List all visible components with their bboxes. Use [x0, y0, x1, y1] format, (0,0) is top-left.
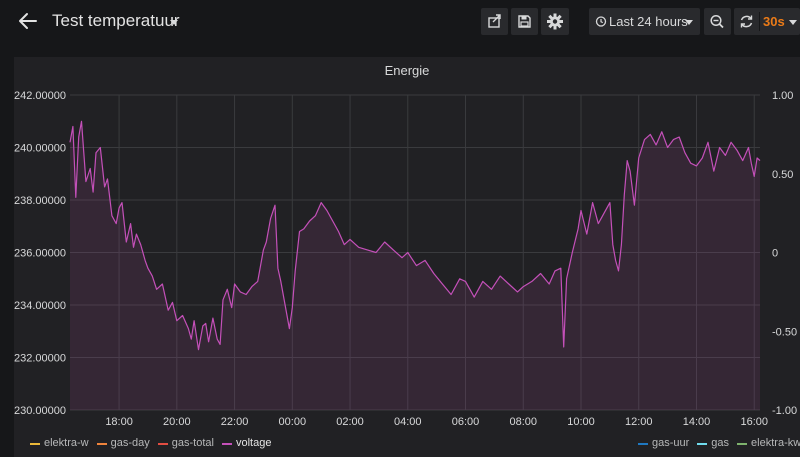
- save-icon: [518, 15, 531, 28]
- top-navbar: Test temperatuur Last 24 hours 30s: [0, 0, 800, 44]
- legend-swatch: [221, 443, 232, 445]
- x-tick-label: 14:00: [683, 416, 711, 428]
- back-arrow-icon[interactable]: [14, 8, 42, 34]
- x-tick-label: 16:00: [740, 416, 768, 428]
- legend-swatch: [638, 443, 648, 445]
- divider: [759, 12, 760, 31]
- y-left-tick-label: 234.00000: [14, 300, 66, 312]
- legend-label: gas-uur: [652, 437, 690, 449]
- legend-swatch: [157, 443, 168, 445]
- legend-swatch: [697, 443, 708, 445]
- x-tick-label: 08:00: [509, 416, 537, 428]
- zoom-out-icon: [710, 14, 724, 29]
- refresh-button[interactable]: 30s: [734, 8, 800, 35]
- graph-panel: Energie 242.00000 240.00000 238.00000 236.0…: [14, 57, 800, 457]
- share-icon: [488, 14, 501, 28]
- x-tick-label: 06:00: [452, 416, 480, 428]
- refresh-interval-label[interactable]: 30s: [763, 14, 785, 29]
- chevron-down-icon: [685, 20, 693, 25]
- share-button[interactable]: [481, 8, 508, 35]
- legend-label: elektra-w: [44, 437, 89, 449]
- legend-label: gas-day: [110, 437, 150, 449]
- y-left-tick-label: 232.00000: [14, 353, 66, 365]
- chevron-down-icon[interactable]: [170, 20, 178, 25]
- legend-label: voltage: [235, 437, 272, 449]
- legend-label: elektra-kwh: [751, 437, 800, 449]
- legend-label: gas-total: [171, 437, 214, 449]
- x-tick-label: 02:00: [336, 416, 364, 428]
- x-tick-label: 12:00: [625, 416, 653, 428]
- y-left-tick-label: 240.00000: [14, 143, 66, 155]
- x-tick-label: 10:00: [567, 416, 595, 428]
- energy-chart[interactable]: 242.00000 240.00000 238.00000 236.00000 234.…: [14, 57, 800, 457]
- gear-icon: [547, 13, 563, 30]
- dashboard-title[interactable]: Test temperatuur: [52, 11, 180, 31]
- y-right-tick-label: 1.00: [772, 90, 793, 102]
- y-right-tick-label: 0: [772, 248, 778, 260]
- y-left-tick-label: 238.00000: [14, 195, 66, 207]
- legend-swatch: [737, 443, 748, 445]
- save-button[interactable]: [511, 8, 538, 35]
- zoom-out-button[interactable]: [704, 8, 731, 35]
- legend-swatch: [30, 443, 40, 445]
- y-right-tick-label: -0.50: [772, 326, 797, 338]
- legend-label: gas: [711, 437, 730, 449]
- x-tick-label: 18:00: [105, 416, 133, 428]
- y-right-tick-label: -1.00: [772, 405, 797, 417]
- x-tick-label: 00:00: [279, 416, 307, 428]
- x-tick-label: 22:00: [221, 416, 249, 428]
- y-left-tick-label: 236.00000: [14, 248, 66, 260]
- chevron-down-icon[interactable]: [789, 20, 797, 25]
- clock-icon: [595, 16, 607, 27]
- time-range-picker[interactable]: Last 24 hours: [589, 8, 700, 35]
- y-right-tick-label: 0.50: [772, 169, 793, 181]
- legend-swatch: [96, 443, 107, 445]
- time-range-label: Last 24 hours: [609, 14, 688, 29]
- y-left-tick-label: 242.00000: [14, 90, 66, 102]
- x-tick-label: 20:00: [163, 416, 191, 428]
- x-tick-label: 04:00: [394, 416, 422, 428]
- y-left-tick-label: 230.00000: [14, 405, 66, 417]
- refresh-icon: [740, 15, 753, 28]
- series-area-voltage: [70, 121, 760, 411]
- settings-button[interactable]: [541, 8, 569, 35]
